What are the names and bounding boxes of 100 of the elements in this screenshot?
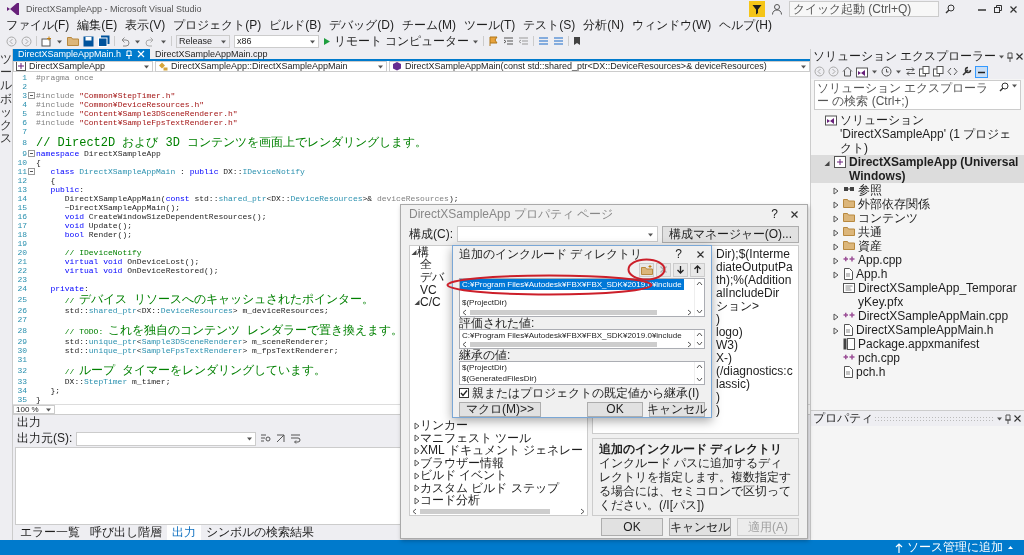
tree-arrow-icon[interactable]: [833, 243, 839, 251]
caret-icon[interactable]: [998, 53, 1006, 60]
collapse-icon[interactable]: [28, 150, 35, 157]
tree-item[interactable]: 構: [410, 246, 429, 259]
panel-tab[interactable]: 呼び出し階層: [85, 525, 167, 540]
menu-item[interactable]: ファイル(F): [2, 18, 74, 33]
pin-icon[interactable]: [1004, 413, 1012, 424]
close-icon[interactable]: [1009, 4, 1018, 14]
tree-item[interactable]: pch.cpp: [811, 351, 1024, 365]
tree-arrow-icon[interactable]: [410, 248, 417, 257]
tree-item[interactable]: 全: [410, 258, 432, 271]
tree-arrow-icon[interactable]: [413, 434, 420, 443]
sync-icon[interactable]: [905, 66, 916, 77]
flag-icon[interactable]: [488, 35, 500, 47]
word-wrap-icon[interactable]: [290, 433, 302, 444]
project-dropdown[interactable]: DirectXSampleApp: [13, 60, 153, 72]
new-project-icon[interactable]: [41, 35, 52, 47]
tree-arrow-icon[interactable]: [413, 471, 420, 480]
tree-arrow-icon[interactable]: [833, 257, 839, 265]
tree-item[interactable]: カスタム ビルド ステップ: [410, 482, 559, 495]
tree-item[interactable]: Package.appxmanifest: [811, 337, 1024, 351]
code-icon[interactable]: [947, 66, 958, 77]
clock-icon[interactable]: [881, 66, 892, 77]
caret-icon[interactable]: [996, 415, 1003, 422]
close-icon[interactable]: [790, 209, 799, 219]
tree-item[interactable]: VC: [410, 283, 437, 296]
menu-item[interactable]: デバッグ(D): [325, 18, 398, 33]
tree-item[interactable]: 共通: [811, 225, 1024, 239]
tree-arrow-icon[interactable]: [833, 201, 839, 209]
scrollbar[interactable]: [460, 341, 694, 348]
config-manager-button[interactable]: 構成マネージャー(O)...: [661, 225, 799, 243]
platform-dropdown[interactable]: x86: [234, 34, 319, 48]
configuration-dropdown[interactable]: Release: [176, 34, 230, 48]
tree-arrow-icon[interactable]: [413, 298, 420, 307]
menu-item[interactable]: チーム(M): [398, 18, 460, 33]
menu-item[interactable]: 編集(E): [73, 18, 122, 33]
scrollbar[interactable]: [410, 507, 587, 515]
folder-icon[interactable]: [67, 36, 79, 46]
filter-icon[interactable]: [749, 1, 765, 17]
run-button[interactable]: リモート コンピューター: [323, 33, 480, 49]
close-icon[interactable]: [696, 249, 705, 259]
panel-tab[interactable]: エラー一覧: [15, 525, 85, 540]
menu-item[interactable]: テスト(S): [519, 18, 580, 33]
collapse-icon[interactable]: [28, 168, 35, 175]
dialog-button[interactable]: OK: [601, 518, 663, 536]
class-dropdown[interactable]: DirectXSampleApp::DirectXSampleAppMain: [155, 60, 387, 72]
bookmark-icon[interactable]: [573, 36, 582, 46]
tree-item[interactable]: マニフェスト ツール: [410, 432, 532, 445]
tree-arrow-icon[interactable]: [833, 215, 839, 223]
tree-arrow-icon[interactable]: [833, 327, 839, 335]
tree-item[interactable]: pch.h: [811, 365, 1024, 379]
menu-item[interactable]: 表示(V): [121, 18, 170, 33]
toolbox-tab[interactable]: ツールボックス: [0, 53, 12, 146]
tree-item[interactable]: ビルド イベント: [410, 469, 508, 482]
tree-item[interactable]: App.h: [811, 267, 1024, 281]
dialog-button[interactable]: OK: [587, 401, 643, 417]
tree-arrow-icon[interactable]: [413, 446, 420, 455]
tree-arrow-icon[interactable]: [413, 421, 420, 430]
restore-icon[interactable]: [993, 4, 1003, 14]
menu-item[interactable]: ビルド(B): [265, 18, 326, 33]
caret-icon[interactable]: [871, 68, 878, 75]
tree-item[interactable]: DirectXSampleApp_TemporaryKey.pfx: [811, 281, 1024, 309]
move-down-button[interactable]: [673, 262, 688, 277]
tree-item[interactable]: XML ドキュメント ジェネレー: [410, 444, 583, 457]
zoom-dropdown[interactable]: 100 %: [13, 405, 55, 414]
tree-item[interactable]: DirectXSampleAppMain.h: [811, 323, 1024, 337]
tree-arrow-icon[interactable]: [824, 159, 830, 167]
tree-arrow-icon[interactable]: [833, 187, 839, 195]
tree-item[interactable]: コード分析: [410, 494, 480, 507]
minus-box-icon[interactable]: [975, 65, 988, 78]
close-icon[interactable]: [1015, 52, 1024, 61]
list-entry[interactable]: $(ProjectDir): [460, 297, 509, 308]
search-icon[interactable]: [945, 4, 955, 14]
tree-arrow-icon[interactable]: [833, 229, 839, 237]
undo-icon[interactable]: [119, 35, 130, 47]
tree-arrow-icon[interactable]: [833, 313, 839, 321]
tree-item[interactable]: デバ: [410, 271, 444, 284]
new-line-button[interactable]: [639, 262, 654, 277]
menu-item[interactable]: ツール(T): [460, 18, 520, 33]
clear-icon[interactable]: [275, 433, 287, 444]
quick-launch-field[interactable]: クイック起動 (Ctrl+Q): [789, 1, 939, 17]
member-dropdown[interactable]: DirectXSampleAppMain(const std::shared_ptr<DX::DeviceResources>& deviceResources): [389, 60, 810, 72]
wrench-icon[interactable]: [961, 66, 972, 77]
help-button[interactable]: ?: [675, 247, 682, 261]
account-icon[interactable]: [771, 3, 783, 15]
panel-tab[interactable]: シンボルの検索結果: [201, 525, 319, 540]
menu-item[interactable]: ヘルプ(H): [715, 18, 776, 33]
tree-item[interactable]: App.cpp: [811, 253, 1024, 267]
pin-icon[interactable]: [1006, 51, 1015, 62]
dialog-button[interactable]: キャンセル: [649, 401, 705, 417]
source-control-button[interactable]: ソース管理に追加: [907, 539, 1003, 555]
pages-icon[interactable]: [933, 66, 944, 77]
caret-icon[interactable]: [1007, 544, 1014, 551]
tree-arrow-icon[interactable]: [833, 271, 839, 279]
tree-item[interactable]: 参照: [811, 183, 1024, 197]
menu-item[interactable]: ウィンドウ(W): [628, 18, 716, 33]
scrollbar[interactable]: [694, 362, 704, 384]
tree-item[interactable]: DirectXSampleAppMain.cpp: [811, 309, 1024, 323]
search-icon[interactable]: [999, 82, 1009, 92]
tree-item[interactable]: ソリューション 'DirectXSampleApp' (1 プロジェクト): [811, 113, 1024, 155]
